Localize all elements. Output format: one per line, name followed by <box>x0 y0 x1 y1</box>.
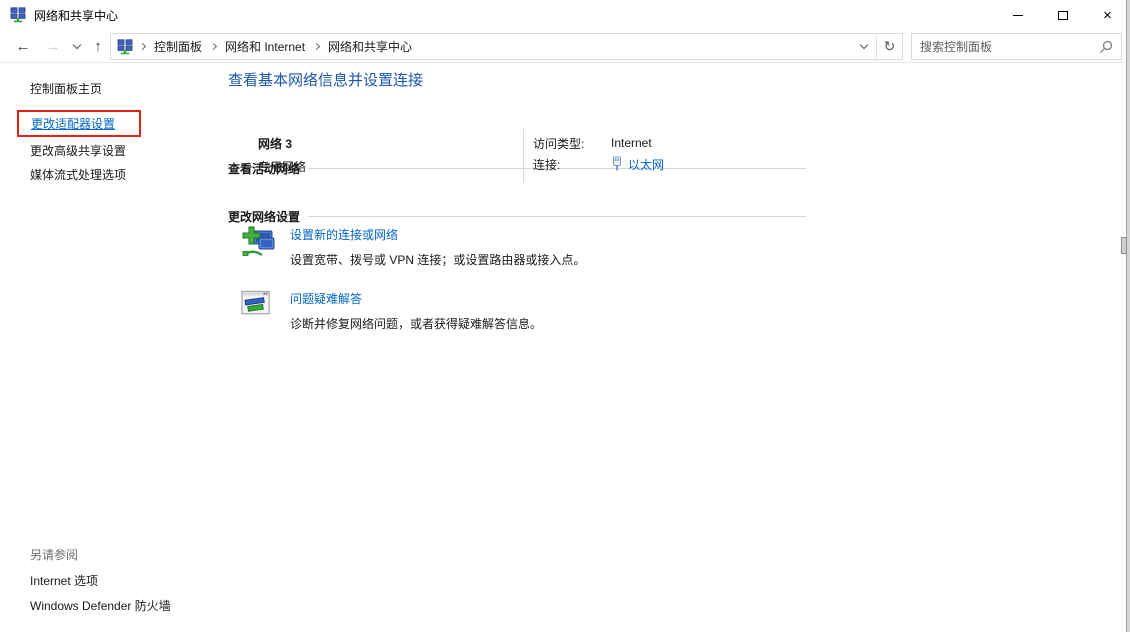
search-box <box>911 33 1122 60</box>
recent-locations-button[interactable] <box>68 30 86 62</box>
breadcrumb-network-internet[interactable]: 网络和 Internet <box>223 38 307 55</box>
forward-icon: → <box>46 38 61 55</box>
search-input[interactable] <box>912 34 1121 59</box>
troubleshoot-problems-description: 诊断并修复网络问题，或者获得疑难解答信息。 <box>290 315 542 332</box>
troubleshoot-problems-link[interactable]: 问题疑难解答 <box>290 292 362 306</box>
network-app-icon <box>10 7 26 23</box>
network-name: 网络 3 <box>258 135 306 152</box>
change-network-settings-section-header: 更改网络设置 <box>228 208 806 225</box>
minimize-icon <box>1013 15 1023 16</box>
address-bar[interactable]: 控制面板 网络和 Internet 网络和共享中心 ↻ <box>110 33 903 60</box>
breadcrumb-separator-icon <box>210 43 217 50</box>
up-button[interactable]: ↑ <box>86 30 110 62</box>
access-type-label: 访问类型: <box>533 135 611 152</box>
back-button[interactable]: ← <box>10 30 36 62</box>
screen-edge-strip <box>1126 0 1130 632</box>
active-network-panel: 网络 3 专用网络 访问类型: Internet 连接: <box>228 129 806 182</box>
maximize-icon <box>1058 11 1068 20</box>
sidebar-item-control-panel-home[interactable]: 控制面板主页 <box>30 80 102 97</box>
vertical-divider <box>523 129 524 182</box>
address-dropdown-button[interactable] <box>852 34 876 59</box>
access-type-value: Internet <box>611 136 652 150</box>
network-details-column: 访问类型: Internet 连接: 以太网 <box>533 135 664 172</box>
access-type-row: 访问类型: Internet <box>533 135 664 151</box>
change-network-settings-label: 更改网络设置 <box>228 208 300 225</box>
sidebar-item-change-adapter-settings[interactable]: 更改适配器设置 <box>31 115 115 132</box>
page-title: 查看基本网络信息并设置连接 <box>228 69 423 90</box>
setup-new-connection-description: 设置宽带、拨号或 VPN 连接；或设置路由器或接入点。 <box>290 251 585 268</box>
window-title: 网络和共享中心 <box>34 7 118 24</box>
setup-new-connection-link[interactable]: 设置新的连接或网络 <box>290 228 398 242</box>
connection-row: 连接: 以太网 <box>533 156 664 172</box>
breadcrumb-separator-icon <box>313 43 320 50</box>
breadcrumb-network-icon <box>117 39 133 55</box>
network-name-column: 网络 3 专用网络 <box>258 135 306 175</box>
refresh-button[interactable]: ↻ <box>876 34 902 59</box>
sidebar-item-internet-options[interactable]: Internet 选项 <box>30 572 98 589</box>
ethernet-icon <box>611 156 623 172</box>
title-bar: 网络和共享中心 × <box>0 0 1130 30</box>
troubleshoot-icon <box>241 290 277 332</box>
navigation-bar: ← → ↑ 控制面板 网络和 I <box>0 30 1130 63</box>
new-connection-icon <box>241 226 277 268</box>
section-divider <box>308 216 806 217</box>
screen-edge-notch <box>1121 237 1127 254</box>
sidebar-item-windows-defender-firewall[interactable]: Windows Defender 防火墙 <box>30 597 171 614</box>
network-sharing-center-window: 网络和共享中心 × ← → ↑ <box>0 0 1130 63</box>
close-icon: × <box>1103 8 1112 23</box>
close-button[interactable]: × <box>1085 0 1130 30</box>
maximize-button[interactable] <box>1040 0 1085 30</box>
window-controls: × <box>995 0 1130 30</box>
breadcrumb-control-panel[interactable]: 控制面板 <box>152 38 204 55</box>
forward-button[interactable]: → <box>40 30 66 62</box>
up-icon: ↑ <box>94 38 102 55</box>
chevron-down-icon <box>73 40 81 48</box>
task-text: 问题疑难解答 诊断并修复网络问题，或者获得疑难解答信息。 <box>290 290 542 332</box>
sidebar-item-media-streaming-options[interactable]: 媒体流式处理选项 <box>30 166 126 183</box>
connection-label: 连接: <box>533 156 611 173</box>
chevron-down-icon <box>860 41 868 49</box>
search-icon[interactable] <box>1099 40 1113 57</box>
troubleshoot-problems-task: 问题疑难解答 诊断并修复网络问题，或者获得疑难解答信息。 <box>241 290 542 332</box>
network-type: 专用网络 <box>258 158 306 175</box>
sidebar-item-change-advanced-sharing[interactable]: 更改高级共享设置 <box>30 142 126 159</box>
breadcrumb-separator-icon <box>139 43 146 50</box>
ethernet-link[interactable]: 以太网 <box>628 156 664 173</box>
refresh-icon: ↻ <box>884 38 896 55</box>
annotation-highlight-box: 更改适配器设置 <box>17 110 141 137</box>
sidebar: 控制面板主页 更改适配器设置 更改高级共享设置 媒体流式处理选项 另请参阅 In… <box>0 63 221 632</box>
breadcrumb-network-sharing-center[interactable]: 网络和共享中心 <box>326 38 414 55</box>
task-text: 设置新的连接或网络 设置宽带、拨号或 VPN 连接；或设置路由器或接入点。 <box>290 226 585 268</box>
back-icon: ← <box>16 38 31 55</box>
see-also-header: 另请参阅 <box>30 546 78 563</box>
minimize-button[interactable] <box>995 0 1040 30</box>
setup-new-connection-task: 设置新的连接或网络 设置宽带、拨号或 VPN 连接；或设置路由器或接入点。 <box>241 226 585 268</box>
